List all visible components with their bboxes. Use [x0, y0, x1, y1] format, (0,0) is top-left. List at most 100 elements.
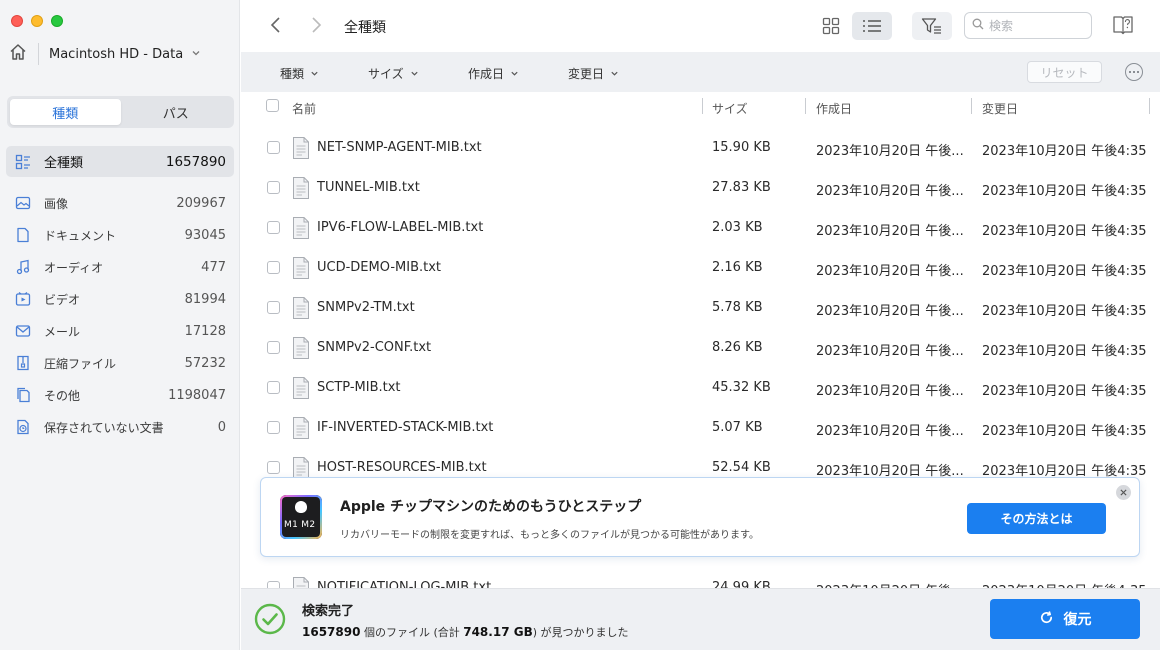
- column-divider[interactable]: [1149, 98, 1150, 114]
- row-checkbox[interactable]: [267, 421, 280, 434]
- table-row[interactable]: UCD-DEMO-MIB.txt 2.16 KB 2023年10月20日 午後...…: [241, 248, 1160, 288]
- file-created-date: 2023年10月20日 午後...: [816, 264, 964, 279]
- minimize-window-button[interactable]: [31, 15, 43, 27]
- text-file-icon: [292, 136, 310, 164]
- sidebar-item-label: ドキュメント: [44, 228, 117, 243]
- list-view-icon[interactable]: [852, 12, 892, 40]
- column-header-modified[interactable]: 変更日: [982, 100, 1018, 117]
- table-row[interactable]: SNMPv2-TM.txt 5.78 KB 2023年10月20日 午後... 202…: [241, 288, 1160, 328]
- text-file-icon: [292, 416, 310, 444]
- table-row[interactable]: SCTP-MIB.txt 45.32 KB 2023年10月20日 午後... 202…: [241, 368, 1160, 408]
- file-size: 2.03 KB: [712, 220, 763, 235]
- search-input[interactable]: [989, 18, 1084, 33]
- filter-created-dropdown[interactable]: 作成日: [468, 65, 519, 82]
- file-modified-date: 2023年10月20日 午後4:35: [982, 304, 1147, 319]
- column-header-name[interactable]: 名前: [292, 100, 316, 117]
- row-checkbox[interactable]: [267, 141, 280, 154]
- tab-type[interactable]: 種類: [10, 99, 121, 125]
- filter-icon[interactable]: [912, 12, 952, 40]
- text-file-icon: [292, 336, 310, 364]
- select-all-checkbox[interactable]: [266, 99, 279, 112]
- unsaved-document-icon: [14, 418, 32, 436]
- column-divider[interactable]: [702, 98, 703, 114]
- tab-path[interactable]: パス: [121, 99, 232, 125]
- filter-label: 種類: [280, 67, 305, 81]
- sidebar-item-document[interactable]: ドキュメント 93045: [6, 219, 234, 251]
- row-checkbox[interactable]: [267, 221, 280, 234]
- column-header-created[interactable]: 作成日: [816, 100, 852, 117]
- zoom-window-button[interactable]: [51, 15, 63, 27]
- back-arrow-icon[interactable]: [267, 15, 285, 39]
- row-checkbox[interactable]: [267, 581, 280, 588]
- filter-size-dropdown[interactable]: サイズ: [368, 65, 419, 82]
- sidebar-item-unsaved[interactable]: 保存されていない文書 0: [6, 411, 234, 443]
- status-summary: 1657890 個のファイル (合計 748.17 GB) が見つかりました: [302, 624, 629, 640]
- sidebar-item-archive[interactable]: 圧縮ファイル 57232: [6, 347, 234, 379]
- sidebar-item-label: 全種類: [44, 156, 84, 171]
- forward-arrow-icon[interactable]: [307, 15, 325, 39]
- music-note-icon: [14, 258, 32, 276]
- chevron-down-icon: [510, 67, 519, 81]
- file-created-date: 2023年10月20日 午後...: [816, 184, 964, 199]
- row-checkbox[interactable]: [267, 461, 280, 474]
- status-bar: 検索完了 1657890 個のファイル (合計 748.17 GB) が見つかり…: [241, 588, 1160, 650]
- filter-modified-dropdown[interactable]: 変更日: [568, 65, 619, 82]
- reset-button[interactable]: リセット: [1027, 61, 1102, 83]
- sidebar-item-all-types[interactable]: 全種類 1657890: [6, 146, 234, 177]
- filter-type-dropdown[interactable]: 種類: [280, 65, 319, 82]
- archive-icon: [14, 354, 32, 372]
- chevron-down-icon: [610, 67, 619, 81]
- how-to-button[interactable]: その方法とは: [967, 503, 1106, 534]
- row-checkbox[interactable]: [267, 341, 280, 354]
- text-file-icon: [292, 256, 310, 284]
- file-created-date: 2023年10月20日 午後...: [816, 224, 964, 239]
- table-row[interactable]: NET-SNMP-AGENT-MIB.txt 15.90 KB 2023年10月20…: [241, 128, 1160, 168]
- text-file-icon: [292, 576, 310, 588]
- status-title: 検索完了: [302, 604, 355, 619]
- close-window-button[interactable]: [11, 15, 23, 27]
- sidebar-item-audio[interactable]: オーディオ 477: [6, 251, 234, 283]
- sidebar-item-image[interactable]: 画像 209967: [6, 187, 234, 219]
- apple-chip-banner: M1 M2 Apple チップマシンのためのもうひとステップ リカバリーモードの…: [260, 477, 1140, 557]
- file-created-date: 2023年10月20日 午後...: [816, 344, 964, 359]
- more-options-icon[interactable]: [1125, 63, 1143, 81]
- close-icon[interactable]: [1116, 485, 1131, 500]
- table-row[interactable]: IF-INVERTED-STACK-MIB.txt 5.07 KB 2023年10月…: [241, 408, 1160, 448]
- sidebar-item-other[interactable]: その他 1198047: [6, 379, 234, 411]
- table-row[interactable]: IPV6-FLOW-LABEL-MIB.txt 2.03 KB 2023年10月20…: [241, 208, 1160, 248]
- table-row[interactable]: TUNNEL-MIB.txt 27.83 KB 2023年10月20日 午後... 2…: [241, 168, 1160, 208]
- column-divider[interactable]: [971, 98, 972, 114]
- table-header: 名前 サイズ 作成日 変更日: [241, 92, 1160, 122]
- row-checkbox[interactable]: [267, 381, 280, 394]
- table-row[interactable]: SNMPv2-CONF.txt 8.26 KB 2023年10月20日 午後... 2…: [241, 328, 1160, 368]
- column-header-size[interactable]: サイズ: [712, 100, 748, 117]
- sidebar-item-label: 保存されていない文書: [44, 420, 164, 435]
- text-file-icon: [292, 376, 310, 404]
- file-modified-date: 2023年10月20日 午後4:35: [982, 224, 1147, 239]
- column-divider[interactable]: [805, 98, 806, 114]
- table-row[interactable]: NOTIFICATION-LOG-MIB.txt 24.99 KB 2023年10月…: [241, 568, 1160, 588]
- sidebar-item-count: 81994: [184, 291, 226, 307]
- file-name: TUNNEL-MIB.txt: [317, 180, 420, 195]
- search-field[interactable]: [964, 12, 1092, 39]
- help-book-icon[interactable]: [1111, 13, 1135, 41]
- file-size: 27.83 KB: [712, 180, 771, 195]
- file-name: SNMPv2-TM.txt: [317, 300, 415, 315]
- restore-button[interactable]: 復元: [990, 599, 1140, 639]
- sidebar-item-count: 209967: [176, 195, 226, 211]
- row-checkbox[interactable]: [267, 181, 280, 194]
- row-checkbox[interactable]: [267, 301, 280, 314]
- home-icon[interactable]: [8, 42, 28, 66]
- filter-label: 変更日: [568, 67, 605, 81]
- grid-view-icon[interactable]: [816, 12, 846, 40]
- file-modified-date: 2023年10月20日 午後4:35: [982, 144, 1147, 159]
- sidebar-item-mail[interactable]: メール 17128: [6, 315, 234, 347]
- file-created-date: 2023年10月20日 午後...: [816, 424, 964, 439]
- drive-selector[interactable]: Macintosh HD - Data: [8, 40, 201, 68]
- sidebar-item-count: 57232: [184, 355, 226, 371]
- sidebar: Macintosh HD - Data 種類 パス 全種類 1657890 画像…: [0, 0, 240, 650]
- file-name: HOST-RESOURCES-MIB.txt: [317, 460, 487, 475]
- row-checkbox[interactable]: [267, 261, 280, 274]
- sidebar-item-label: その他: [44, 388, 81, 403]
- sidebar-item-video[interactable]: ビデオ 81994: [6, 283, 234, 315]
